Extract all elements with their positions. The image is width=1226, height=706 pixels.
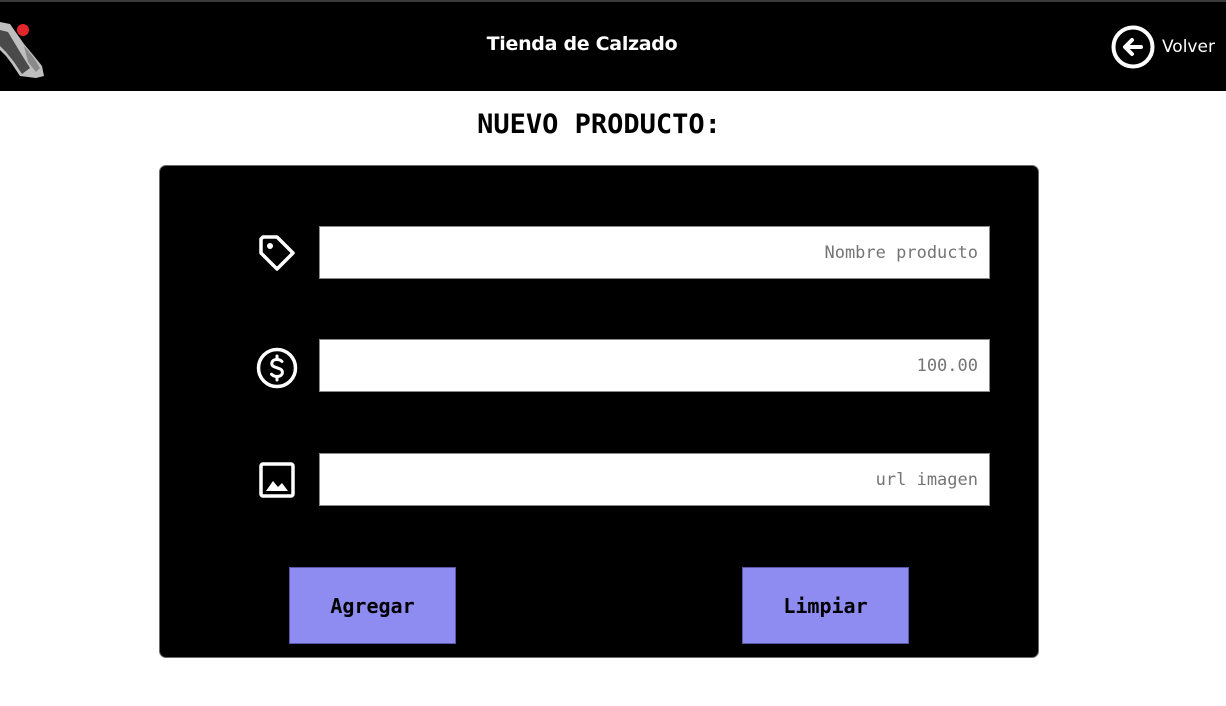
price-input[interactable] [319, 339, 990, 392]
product-name-input[interactable] [319, 226, 990, 279]
add-button[interactable]: Agregar [289, 567, 456, 644]
back-button[interactable]: Volver [1110, 24, 1215, 70]
arrow-left-circle-icon[interactable] [1110, 24, 1156, 70]
image-icon [255, 459, 299, 503]
page-title: NUEVO PRODUCTO: [477, 109, 721, 140]
top-bar: Tienda de Calzado Volver [0, 0, 1226, 91]
image-url-input[interactable] [319, 453, 990, 506]
tag-icon [255, 231, 299, 275]
back-label[interactable]: Volver [1162, 37, 1215, 57]
clear-button[interactable]: Limpiar [742, 567, 909, 644]
app-title: Tienda de Calzado [486, 33, 678, 55]
dollar-circle-icon [255, 346, 299, 390]
new-product-form: Agregar Limpiar [159, 165, 1039, 658]
